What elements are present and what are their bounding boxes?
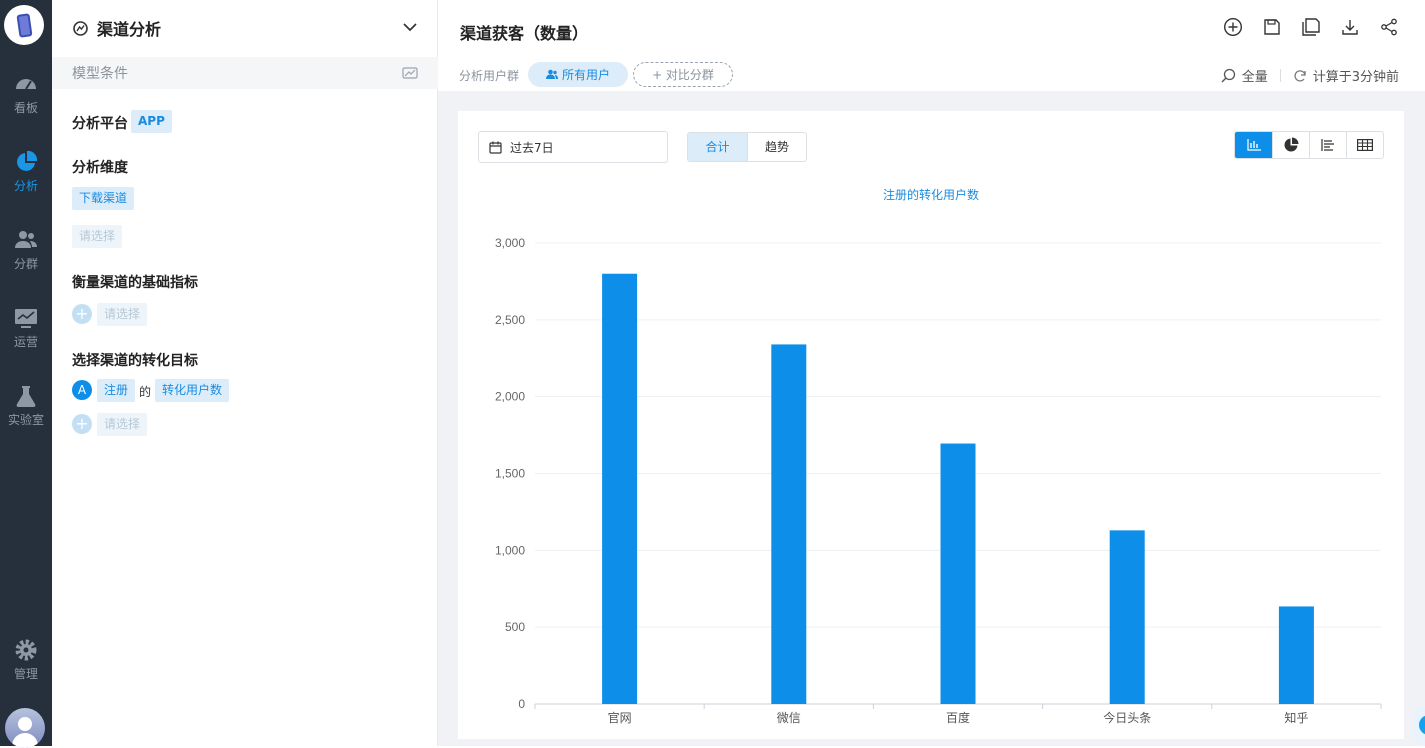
y-tick-label: 1,000 [495,543,525,557]
bar[interactable] [940,443,976,704]
panel-title: 渠道分析 [97,20,162,39]
goal-event-tag[interactable]: 注册 [97,379,136,402]
app-logo[interactable] [4,5,44,45]
nav-item-lab[interactable]: 实验室 [0,384,52,446]
dashboard-icon [16,79,36,90]
y-tick-label: 2,000 [495,390,525,404]
y-tick-label: 2,500 [495,313,525,327]
nav-item-label: 分析 [13,179,38,193]
y-tick-label: 0 [518,697,525,711]
config-panel: 渠道分析 模型条件 分析平台 APP 分析维度 下载渠道 请选择 衡量渠道的基础… [52,0,438,746]
bar[interactable] [1109,530,1145,704]
y-tick-label: 3,000 [495,236,525,250]
bar[interactable] [771,344,807,704]
add-metric-icon[interactable]: + [72,304,92,324]
nav-item-segments[interactable]: 分群 [0,228,52,290]
chevron-down-icon[interactable] [402,19,418,35]
pie-chart-icon [17,150,38,171]
compare-segment-button[interactable]: + 对比分群 [633,62,733,87]
phone-icon [15,12,33,38]
bar[interactable] [602,273,638,704]
avatar[interactable] [5,708,45,748]
platform-tag[interactable]: APP [131,110,172,133]
goal-metric-tag[interactable]: 转化用户数 [155,379,230,402]
dimension-title: 分析维度 [72,160,128,176]
x-tick-label: 今日头条 [1103,710,1151,725]
nav-rail: 看板 分析 分群 运营 实验室 管理 [0,0,52,748]
x-tick-label: 百度 [946,710,970,725]
nav-item-operations[interactable]: 运营 [0,306,52,368]
nav-item-label: 分群 [13,257,38,271]
x-tick-label: 官网 [608,710,632,725]
search-icon [1221,68,1235,83]
share-icon[interactable] [1379,17,1399,37]
y-tick-label: 1,500 [495,467,525,481]
nav-item-label: 管理 [13,667,38,681]
divider [1279,69,1281,82]
main-header: 渠道获客（数量） 分析用户群 所有用户 + 对比分群 全量 计算于3分钟前 [438,0,1425,91]
users-icon [15,231,37,248]
goal-badge: A [72,380,92,400]
nav-item-label: 看板 [13,101,38,115]
nav-item-manage[interactable]: 管理 [0,638,52,700]
help-assistant-button[interactable] [1413,705,1425,745]
x-tick-label: 微信 [777,711,801,725]
page-title: 渠道获客（数量） [460,24,589,43]
main-area: 渠道获客（数量） 分析用户群 所有用户 + 对比分群 全量 计算于3分钟前 过去… [438,0,1425,746]
computed-time: 计算于3分钟前 [1312,70,1399,85]
bar-chart: 0 500 1,000 1,500 2,000 2,500 3,000 官网 微信 百度 今日头条 知… [495,236,1382,725]
chart-card: 过去7日 合计 趋势 注册的转化用户数 0 500 1,000 1,500 2,000 2… [458,111,1404,739]
nav-item-dashboard[interactable]: 看板 [0,72,52,134]
toolbar [1223,17,1399,37]
nav-item-label: 实验室 [7,413,44,427]
x-tick-label: 知乎 [1284,711,1308,725]
dimension-select[interactable]: 请选择 [72,225,123,248]
platform-title: 分析平台 [72,116,128,132]
add-goal-icon[interactable]: + [72,414,92,434]
dimension-tag[interactable]: 下载渠道 [72,187,135,210]
flask-icon [16,386,36,407]
segment-all-label: 所有用户 [561,68,610,82]
save-icon[interactable] [1262,17,1282,37]
refresh-icon[interactable] [1293,69,1307,83]
sampling-label[interactable]: 全量 [1242,66,1268,85]
bar[interactable] [1278,606,1314,704]
monitor-icon [15,309,37,328]
image-icon[interactable] [402,66,418,80]
nav-item-label: 运营 [13,335,38,349]
panel-header[interactable]: 渠道分析 [52,0,438,56]
model-conditions-row[interactable]: 模型条件 [52,57,438,89]
gear-icon [15,639,37,661]
goal-connector: 的 [139,385,152,399]
download-icon[interactable] [1340,17,1360,37]
users-icon [545,69,558,79]
goal-title: 选择渠道的转化目标 [72,353,198,369]
nav-item-analysis[interactable]: 分析 [0,150,52,212]
model-conditions-label: 模型条件 [72,66,128,82]
segment-all-button[interactable]: 所有用户 [528,62,628,87]
metric-title: 衡量渠道的基础指标 [72,275,198,291]
meta-bar: 全量 计算于3分钟前 [1221,66,1399,85]
add-circle-icon[interactable] [1223,17,1243,37]
y-tick-label: 500 [505,620,525,634]
segment-label: 分析用户群 [459,69,520,83]
goal-select[interactable]: 请选择 [97,413,148,436]
analysis-model-icon [73,20,88,36]
save-as-icon[interactable] [1301,17,1321,37]
metric-select[interactable]: 请选择 [97,303,148,326]
